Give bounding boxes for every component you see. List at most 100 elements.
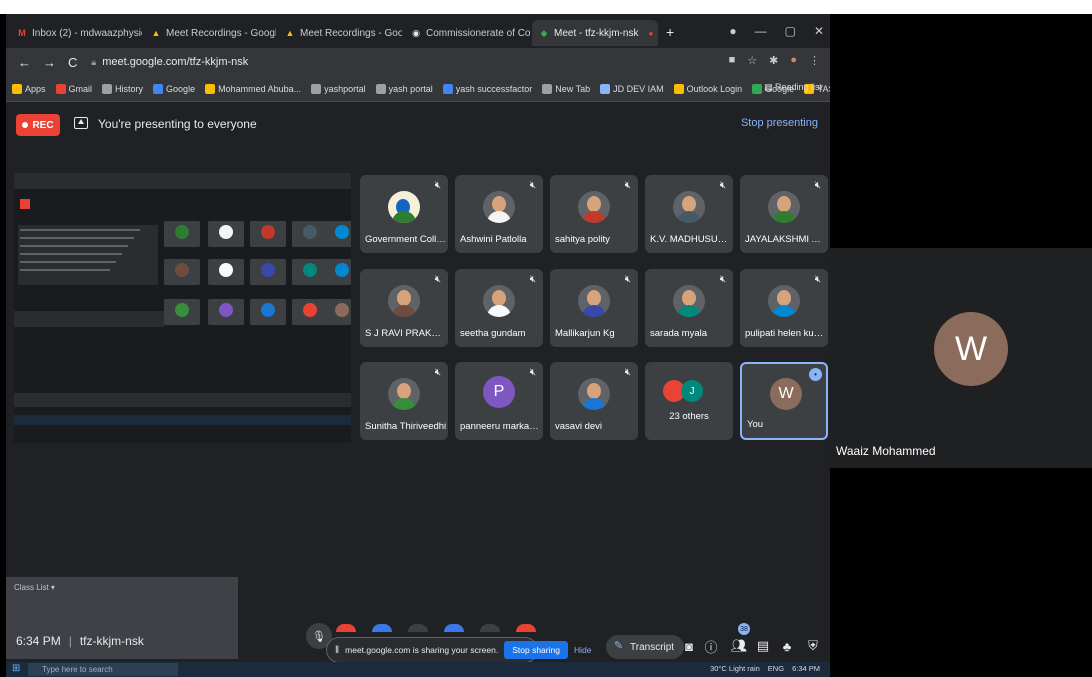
meeting-details[interactable]: 6:34 PM | tfz-kkjm-nsk [16,634,144,648]
participant-tile[interactable]: 🔇︎ vasavi devi [550,362,638,440]
back-icon[interactable]: ← [18,55,31,70]
mini-controls-bar [14,393,351,407]
host-controls-icon[interactable]: ⛨ [802,635,824,657]
bookmark-icon [311,83,322,94]
bookmark-item[interactable]: Apps [12,83,46,94]
mic-muted-icon: 🔇︎ [434,180,441,191]
mini-participant-tile [208,299,244,325]
minimize-icon[interactable]: — [755,24,767,38]
activities-icon[interactable]: ♣ [776,635,798,657]
participant-name: Government Colleg... [365,234,447,245]
bookmark-item[interactable]: Gmail [55,83,92,94]
recording-badge: REC [16,114,60,136]
mini-avatar [335,263,349,277]
participant-tile[interactable]: 🔇︎ Ashwini Patlolla [455,175,543,253]
mini-info-bar [14,311,164,327]
new-tab-button[interactable]: + [666,24,674,40]
participant-tile[interactable]: 🔇︎ Sunitha Thiriveedhi [360,362,448,440]
participant-tile[interactable]: 🔇︎ sahitya polity [550,175,638,253]
globe-icon: ◉ [412,27,420,38]
avatar-face [587,383,601,399]
transcript-button[interactable]: Transcript [606,635,685,659]
camera-rec-icon[interactable]: ◙ [678,635,700,657]
participant-tile[interactable]: J 23 others [645,362,733,440]
reading-list[interactable]: ▤ Reading list [764,82,822,93]
pause-icon: ‖ [335,644,340,656]
mini-participant-tile [164,221,200,247]
profile-avatar[interactable]: ● [790,54,797,67]
people-icon[interactable]: 👥︎ [728,635,750,657]
star-icon[interactable]: ☆ [747,54,757,67]
tab-commissionerate[interactable]: ◉ Commissionerate of Collegiate ✕ [404,20,530,46]
participant-tile[interactable]: 🔇︎ Mallikarjun Kg [550,269,638,347]
windows-start-icon[interactable]: ⊞ [12,663,20,674]
mini-participant-tile [250,221,286,247]
hide-button[interactable]: Hide [574,645,591,655]
meet-icon: ◆ [540,27,548,38]
clock-text: 6:34 PM [792,664,820,673]
stop-sharing-button[interactable]: Stop sharing [504,641,568,659]
mic-muted-icon: 🔇︎ [529,180,536,191]
participant-tile[interactable]: P 🔇︎ panneeru markand... [455,362,543,440]
presenter-panel: W Waaiz Mohammed [830,248,1092,468]
bookmark-item[interactable]: History [102,83,143,94]
maximize-icon[interactable]: ▢ [785,24,796,38]
tab-meet[interactable]: ◆ Meet - tfz-kkjm-nsk ● ✕ [532,20,658,46]
chat-icon[interactable]: ▤ [752,635,774,657]
avatar [388,285,420,317]
weather-text: 30°C Light rain [710,664,760,673]
avatar: J [681,380,703,402]
extensions-icon[interactable]: ✱ [769,54,778,67]
participant-tile[interactable]: 🔇︎ sarada myala [645,269,733,347]
bookmark-label: yashportal [324,83,366,94]
mic-button[interactable] [336,624,356,632]
info-icon[interactable]: ⓘ [700,635,722,657]
url-field[interactable]: 🔒︎ meet.google.com/tfz-kkjm-nsk [91,56,248,68]
avatar [673,285,705,317]
mini-avatar [303,263,317,277]
reload-icon[interactable]: C [68,55,77,70]
profile-dot-icon[interactable]: ● [729,24,736,38]
avatar-body [487,211,511,223]
participant-tile[interactable]: 🔇︎ JAYALAKSHMI ANG... [740,175,828,253]
captions-button[interactable] [408,624,428,632]
bookmark-item[interactable]: New Tab [542,83,590,94]
mini-avatar [175,263,189,277]
bookmark-item[interactable]: yash successfactor [442,83,533,94]
forward-icon[interactable]: → [43,55,56,70]
camera-button[interactable] [372,624,392,632]
bookmark-item[interactable]: Mohammed Abuba... [205,83,301,94]
stop-presenting-button[interactable]: Stop presenting [741,117,818,129]
mic-muted-icon: 🔇︎ [814,180,821,191]
close-window-icon[interactable]: ✕ [814,24,824,38]
bookmark-item[interactable]: yashportal [311,83,366,94]
leave-call-button[interactable] [516,624,536,632]
mini-avatar [261,263,275,277]
avatar-face [587,196,601,212]
recording-dot-icon: ● [648,28,654,38]
menu-icon[interactable]: ⋮ [809,54,820,67]
tab-gmail[interactable]: M Inbox (2) - mdwaazphysics@gm ✕ [10,20,142,46]
tab-drive-1[interactable]: ▲ Meet Recordings - Google Drive ✕ [144,20,276,46]
bookmark-item[interactable]: yash portal [375,83,433,94]
system-tray: 30°C Light rain ENG 6:34 PM [710,664,820,673]
participant-tile[interactable]: 🔇︎ pulipati helen kuma... [740,269,828,347]
more-options-button[interactable] [480,624,500,632]
tab-drive-2[interactable]: ▲ Meet Recordings - Google Drive ✕ [278,20,402,46]
participant-tile[interactable]: 🔇︎ Government Colleg... [360,175,448,253]
bookmark-item[interactable]: Google [153,83,195,94]
bookmark-item[interactable]: JD DEV IAM [600,83,664,94]
participant-tile[interactable]: 🔇︎ S J RAVI PRAKASH [360,269,448,347]
bookmark-item[interactable]: Outlook Login [673,83,742,94]
avatar [483,191,515,223]
avatar-face [492,196,506,212]
participant-tile[interactable]: W • You [740,362,828,440]
participant-tile[interactable]: 🔇︎ K.V. MADHUSUDHAN [645,175,733,253]
mini-participant-tile [208,221,244,247]
bookmark-label: yash successfactor [455,83,533,94]
present-button[interactable] [444,624,464,632]
taskbar-search[interactable]: Type here to search [28,663,178,676]
participant-tile[interactable]: 🔇︎ seetha gundam [455,269,543,347]
camera-icon[interactable]: ■ [729,54,736,67]
avatar-face [682,290,696,306]
